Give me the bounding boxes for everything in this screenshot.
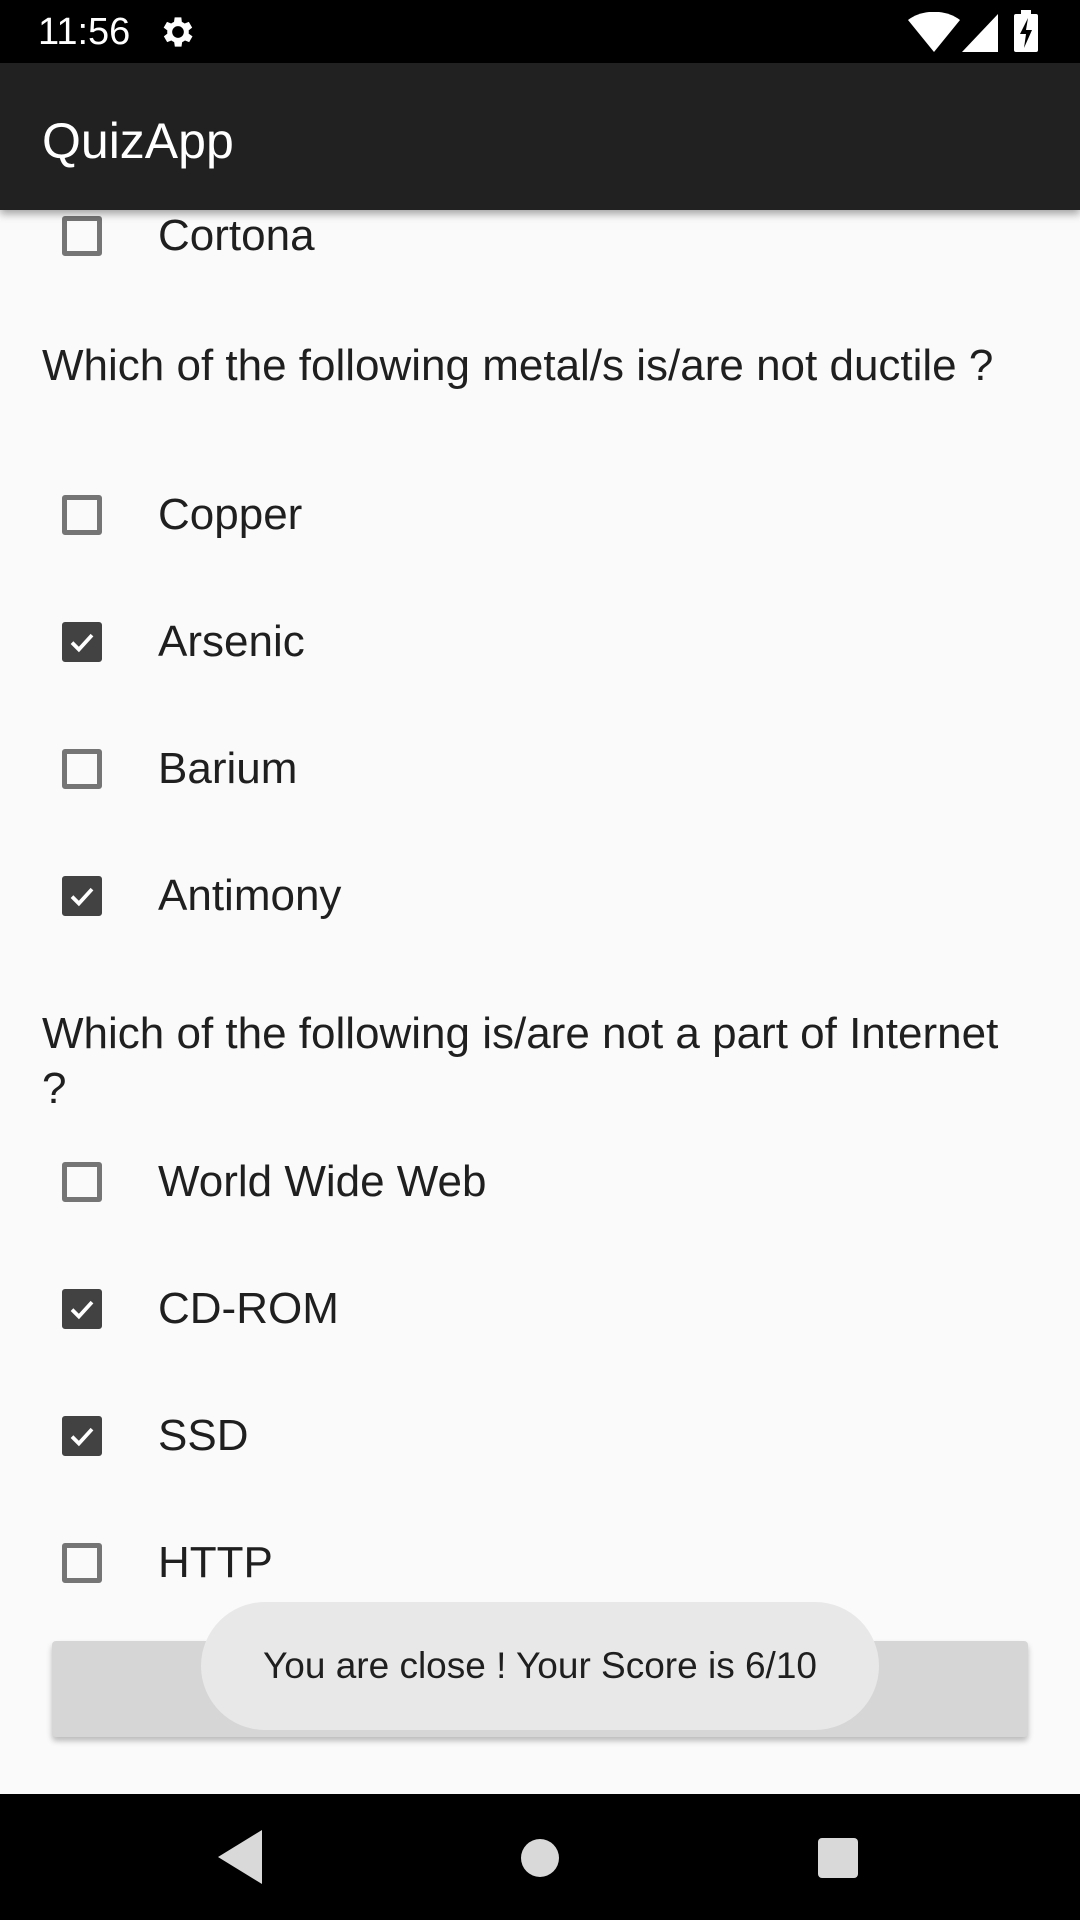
option-label: Arsenic: [158, 617, 305, 666]
checkbox-option-antimony[interactable]: Antimony: [0, 846, 1080, 946]
question-text: Which of the following is/are not a part…: [42, 1009, 999, 1113]
check-icon: [70, 1300, 94, 1320]
status-bar: 11:56: [0, 0, 1080, 63]
option-label: SSD: [158, 1411, 249, 1460]
check-icon: [70, 633, 94, 653]
battery-icon: [1014, 10, 1038, 52]
checkbox-option-http[interactable]: HTTP: [0, 1513, 1080, 1613]
option-label: World Wide Web: [158, 1157, 487, 1206]
option-label: CD-ROM: [158, 1284, 339, 1333]
checkbox-option-arsenic[interactable]: Arsenic: [0, 592, 1080, 692]
status-time: 11:56: [38, 11, 131, 53]
back-icon[interactable]: [218, 1830, 262, 1884]
checkbox[interactable]: [62, 1289, 102, 1329]
checkbox[interactable]: [62, 1416, 102, 1456]
checkbox[interactable]: [62, 495, 102, 535]
signal-icon: [962, 14, 998, 52]
checkbox-option-barium[interactable]: Barium: [0, 719, 1080, 819]
checkbox[interactable]: [62, 622, 102, 662]
option-label: Barium: [158, 744, 298, 793]
option-label: Copper: [158, 490, 303, 539]
check-icon: [70, 1427, 94, 1447]
toast-message: You are close ! Your Score is 6/10: [262, 1645, 817, 1686]
checkbox[interactable]: [62, 1162, 102, 1202]
option-label: Cortona: [158, 211, 315, 260]
app-title: QuizApp: [42, 113, 234, 169]
score-toast: You are close ! Your Score is 6/10: [201, 1602, 879, 1730]
checkbox-option-cortona[interactable]: Cortona: [0, 210, 1080, 286]
checkbox-option-world-wide-web[interactable]: World Wide Web: [0, 1132, 1080, 1232]
gear-icon: [163, 17, 193, 47]
checkbox-option-copper[interactable]: Copper: [0, 465, 1080, 565]
checkbox[interactable]: [62, 749, 102, 789]
check-icon: [70, 887, 94, 907]
option-label: HTTP: [158, 1538, 273, 1587]
home-icon[interactable]: [521, 1839, 559, 1877]
wifi-icon: [908, 12, 960, 52]
checkbox[interactable]: [62, 216, 102, 256]
recents-icon[interactable]: [818, 1838, 858, 1878]
checkbox-option-ssd[interactable]: SSD: [0, 1386, 1080, 1486]
app-bar: QuizApp: [0, 63, 1080, 210]
option-label: Antimony: [158, 871, 342, 920]
checkbox-option-cd-rom[interactable]: CD-ROM: [0, 1259, 1080, 1359]
checkbox[interactable]: [62, 876, 102, 916]
checkbox[interactable]: [62, 1543, 102, 1583]
navigation-bar: [0, 1794, 1080, 1920]
question-text: Which of the following metal/s is/are no…: [42, 341, 994, 390]
quiz-content[interactable]: Cortona Which of the following metal/s i…: [0, 210, 1080, 1794]
